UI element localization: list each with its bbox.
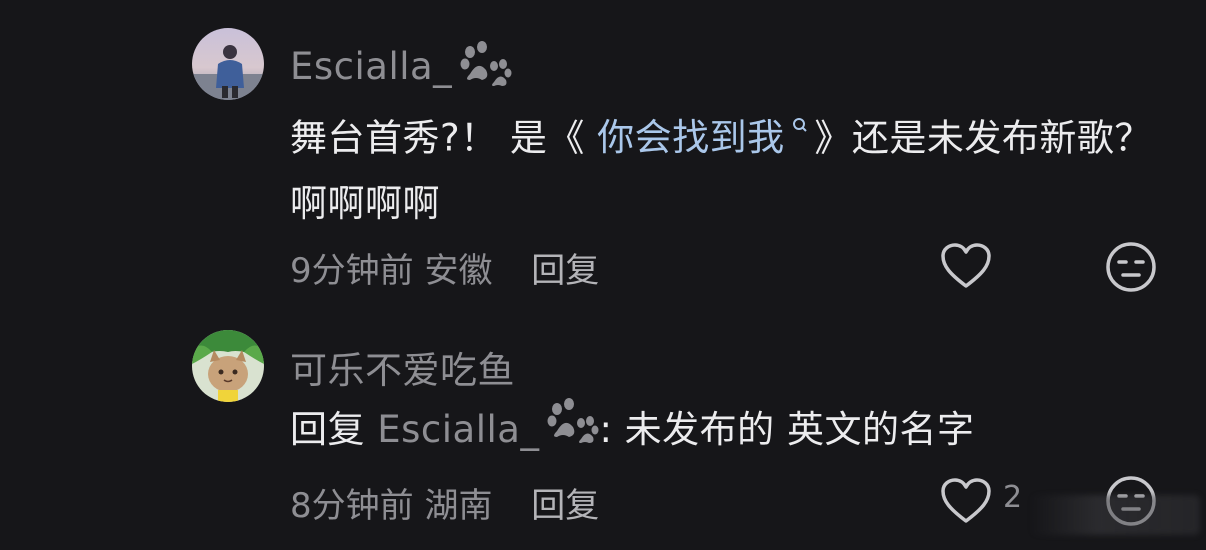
- timestamp: 9分钟前: [290, 251, 414, 291]
- timestamp: 8分钟前: [290, 486, 414, 526]
- reply-button[interactable]: 回复: [531, 486, 599, 526]
- username-text: Escialla_: [290, 45, 453, 88]
- heart-outline-icon[interactable]: [940, 242, 992, 290]
- comment-text: 舞台首秀?！ 是《 你会找到我 》还是未发布新歌？ 啊啊啊啊: [290, 97, 1160, 237]
- dislike-face-icon[interactable]: [1104, 240, 1158, 294]
- avatar[interactable]: [192, 28, 264, 100]
- reply-button[interactable]: 回复: [531, 251, 599, 291]
- comment-meta: 9分钟前 安徽 回复: [290, 243, 599, 292]
- reply-prefix: 回复: [290, 408, 365, 451]
- search-magnifier-icon: [785, 118, 815, 142]
- comment-text-before: 舞台首秀?！ 是《: [290, 116, 598, 160]
- location: 安徽: [424, 251, 493, 291]
- song-search-link-text: 你会找到我: [597, 116, 785, 160]
- comment-text-body: : 未发布的 英文的名字: [599, 408, 975, 451]
- username[interactable]: 可乐不爱吃鱼: [290, 340, 515, 394]
- like-count: 2: [1003, 480, 1023, 515]
- avatar[interactable]: [192, 330, 264, 402]
- song-search-link[interactable]: 你会找到我: [597, 116, 814, 159]
- comment-text: 回复 Escialla_ : 未发布的 英文的名字: [290, 397, 1160, 466]
- comment-meta: 8分钟前 湖南 回复: [290, 478, 599, 527]
- username-text: 可乐不爱吃鱼: [290, 349, 515, 392]
- reply-target-text: Escialla_: [377, 408, 540, 451]
- location: 湖南: [424, 486, 493, 526]
- reply-target-username[interactable]: Escialla_: [377, 398, 599, 451]
- username[interactable]: Escialla_: [290, 40, 512, 97]
- heart-outline-icon[interactable]: [940, 477, 992, 525]
- paw-icon: [456, 40, 512, 97]
- watermark: [1030, 495, 1200, 535]
- paw-icon: [543, 397, 599, 466]
